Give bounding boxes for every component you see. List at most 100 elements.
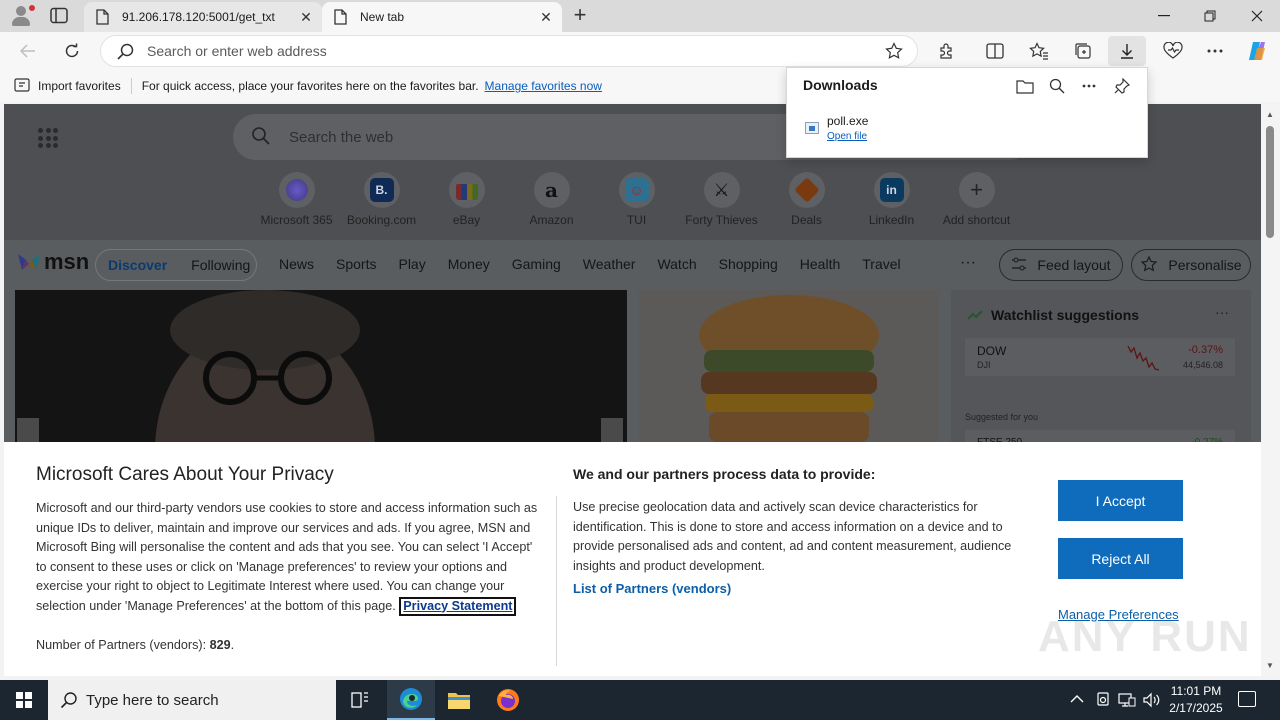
scroll-up-arrow-icon[interactable]: ▲ xyxy=(1266,110,1274,119)
shortcut-amazon[interactable]: a Amazon xyxy=(509,172,594,227)
firefox-icon[interactable] xyxy=(484,680,532,720)
page-icon xyxy=(334,9,348,25)
close-tab-icon[interactable]: ✕ xyxy=(298,9,314,25)
minimize-button[interactable] xyxy=(1141,0,1187,32)
nav-gaming[interactable]: Gaming xyxy=(512,256,561,272)
nav-health[interactable]: Health xyxy=(800,256,840,272)
downloads-flyout: Downloads poll.exe Open file xyxy=(786,67,1148,158)
list-of-partners-link[interactable]: List of Partners (vendors) xyxy=(573,581,731,596)
privacy-statement-link[interactable]: Privacy Statement xyxy=(399,596,517,616)
stock-row[interactable]: DOW DJI -0.37% 44,546.08 xyxy=(965,338,1235,376)
feed-layout-button[interactable]: Feed layout xyxy=(999,249,1123,281)
device-icon[interactable] xyxy=(1096,692,1110,711)
msn-logo[interactable]: msn xyxy=(16,249,89,275)
data-purposes-title: We and our partners process data to prov… xyxy=(573,466,876,482)
nav-watch[interactable]: Watch xyxy=(657,256,696,272)
scroll-thumb[interactable] xyxy=(1266,126,1274,238)
tab-get-txt[interactable]: 91.206.178.120:5001/get_txt ✕ xyxy=(84,2,322,32)
shortcut-tui[interactable]: ☺ TUI xyxy=(594,172,679,227)
download-file-name[interactable]: poll.exe xyxy=(827,114,868,128)
microsoft-365-icon xyxy=(285,179,308,201)
shortcut-deals[interactable]: Deals xyxy=(764,172,849,227)
manage-preferences-link[interactable]: Manage Preferences xyxy=(1058,607,1179,622)
close-tab-icon[interactable]: ✕ xyxy=(538,9,554,25)
favorite-star-icon[interactable] xyxy=(885,42,903,63)
settings-more-icon[interactable] xyxy=(1204,40,1226,62)
app-launcher-icon[interactable] xyxy=(38,128,58,148)
accept-button[interactable]: I Accept xyxy=(1058,480,1183,521)
nav-shopping[interactable]: Shopping xyxy=(719,256,778,272)
volume-icon[interactable] xyxy=(1142,692,1160,711)
watchlist-more-button[interactable]: ··· xyxy=(1215,304,1229,320)
edge-taskbar-icon[interactable] xyxy=(387,680,435,720)
open-file-link[interactable]: Open file xyxy=(827,131,867,142)
downloads-button[interactable] xyxy=(1108,36,1146,66)
network-icon[interactable] xyxy=(1118,692,1136,711)
system-clock[interactable]: 11:01 PM 2/17/2025 xyxy=(1160,683,1232,717)
hero-news-card[interactable] xyxy=(15,290,627,450)
nav-sports[interactable]: Sports xyxy=(336,256,376,272)
search-icon xyxy=(251,126,271,150)
open-folder-icon[interactable] xyxy=(1014,75,1036,97)
reject-all-button[interactable]: Reject All xyxy=(1058,538,1183,579)
personalise-button[interactable]: Personalise xyxy=(1131,249,1251,281)
browser-essentials-icon[interactable] xyxy=(1162,40,1184,62)
tab-following[interactable]: Following xyxy=(191,257,250,273)
back-button[interactable] xyxy=(14,38,42,64)
linkedin-icon: in xyxy=(879,178,904,202)
new-tab-button[interactable]: + xyxy=(570,4,590,27)
trend-icon xyxy=(967,308,983,326)
shortcut-microsoft-365[interactable]: Microsoft 365 xyxy=(254,172,339,227)
shortcut-booking[interactable]: B. Booking.com xyxy=(339,172,424,227)
clock-date: 2/17/2025 xyxy=(1169,701,1223,715)
split-screen-icon[interactable] xyxy=(984,40,1006,62)
shortcut-forty-thieves[interactable]: ⚔ Forty Thieves xyxy=(679,172,764,227)
nav-play[interactable]: Play xyxy=(398,256,425,272)
shortcut-label: TUI xyxy=(626,213,647,227)
privacy-consent-banner: Microsoft Cares About Your Privacy Micro… xyxy=(4,442,1261,676)
msn-logo-text: msn xyxy=(44,249,90,274)
taskbar-search-box[interactable]: Type here to search xyxy=(48,680,336,720)
file-explorer-icon[interactable] xyxy=(435,680,483,720)
windows-start-icon[interactable] xyxy=(16,692,32,708)
nav-weather[interactable]: Weather xyxy=(583,256,636,272)
feed-layout-label: Feed layout xyxy=(1037,257,1111,273)
tab-actions-icon[interactable] xyxy=(50,7,68,24)
nav-money[interactable]: Money xyxy=(448,256,490,272)
stock-symbol: DOW xyxy=(977,344,1007,358)
import-favorites-button[interactable]: Import favorites xyxy=(14,77,121,95)
task-view-icon[interactable] xyxy=(336,680,384,720)
favorites-icon[interactable] xyxy=(1028,40,1050,62)
restore-button[interactable] xyxy=(1187,0,1233,32)
more-options-icon[interactable] xyxy=(1078,75,1100,97)
nav-news[interactable]: News xyxy=(279,256,314,272)
extensions-icon[interactable] xyxy=(936,40,958,62)
clock-time: 11:01 PM xyxy=(1170,684,1222,698)
notification-icon[interactable] xyxy=(1238,691,1256,707)
refresh-button[interactable] xyxy=(58,38,86,64)
page-scrollbar[interactable]: ▲ ▼ xyxy=(1261,104,1280,676)
partners-suffix: . xyxy=(230,638,235,652)
tab-new-tab[interactable]: New tab ✕ xyxy=(322,2,562,32)
shortcut-ebay[interactable]: eBay xyxy=(424,172,509,227)
title-bar: 91.206.178.120:5001/get_txt ✕ New tab ✕ … xyxy=(0,0,1280,32)
close-window-button[interactable] xyxy=(1234,0,1280,32)
food-news-card[interactable] xyxy=(639,290,939,450)
stock-exchange: DJI xyxy=(977,360,991,370)
show-hidden-icons-chevron-icon[interactable] xyxy=(1070,692,1084,707)
search-downloads-icon[interactable] xyxy=(1046,75,1068,97)
collections-icon[interactable] xyxy=(1072,40,1094,62)
shortcut-linkedin[interactable]: in LinkedIn xyxy=(849,172,934,227)
copilot-icon[interactable] xyxy=(1246,40,1268,62)
taskbar-search-placeholder: Type here to search xyxy=(86,691,219,709)
nav-travel[interactable]: Travel xyxy=(862,256,900,272)
more-categories-button[interactable]: ··· xyxy=(960,254,976,272)
tab-discover[interactable]: Discover xyxy=(108,257,167,273)
pin-icon[interactable] xyxy=(1111,75,1133,97)
msn-categories: News Sports Play Money Gaming Weather Wa… xyxy=(279,256,923,272)
manage-favorites-link[interactable]: Manage favorites now xyxy=(485,79,602,93)
scroll-down-arrow-icon[interactable]: ▼ xyxy=(1266,661,1274,670)
address-bar[interactable]: Search or enter web address xyxy=(100,35,918,67)
shortcut-add[interactable]: + Add shortcut xyxy=(934,172,1019,227)
profile-icon[interactable] xyxy=(10,5,35,27)
